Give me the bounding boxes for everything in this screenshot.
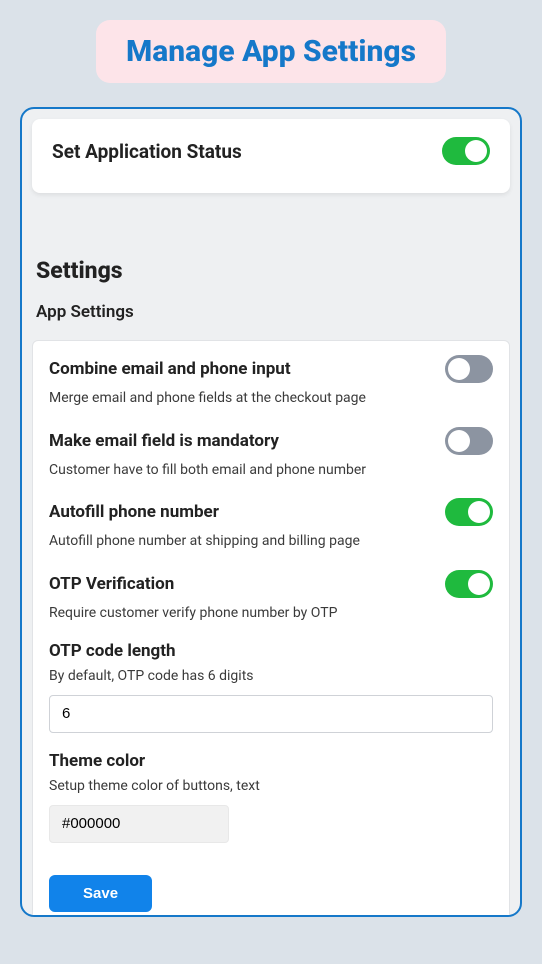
toggle-knob [448, 430, 470, 452]
main-panel: Set Application Status Settings App Sett… [20, 107, 522, 917]
settings-heading: Settings [36, 257, 510, 284]
application-status-label: Set Application Status [52, 140, 242, 163]
combine-input-desc: Merge email and phone fields at the chec… [49, 389, 493, 409]
toggle-knob [468, 573, 490, 595]
autofill-phone-setting: Autofill phone number Autofill phone num… [49, 498, 493, 552]
theme-color-desc: Setup theme color of buttons, text [49, 777, 493, 797]
toggle-knob [465, 140, 487, 162]
theme-color-input[interactable] [49, 805, 229, 843]
otp-verification-toggle[interactable] [445, 570, 493, 598]
otp-verification-desc: Require customer verify phone number by … [49, 604, 493, 624]
otp-verification-label: OTP Verification [49, 574, 174, 594]
combine-input-toggle[interactable] [445, 355, 493, 383]
toggle-knob [448, 358, 470, 380]
autofill-phone-toggle[interactable] [445, 498, 493, 526]
settings-card: Combine email and phone input Merge emai… [32, 340, 510, 917]
application-status-toggle[interactable] [442, 137, 490, 165]
mandatory-email-setting: Make email field is mandatory Customer h… [49, 427, 493, 481]
combine-input-label: Combine email and phone input [49, 359, 291, 379]
mandatory-email-desc: Customer have to fill both email and pho… [49, 461, 493, 481]
theme-color-label: Theme color [49, 751, 493, 771]
otp-length-setting: OTP code length By default, OTP code has… [49, 641, 493, 733]
autofill-phone-desc: Autofill phone number at shipping and bi… [49, 532, 493, 552]
otp-verification-setting: OTP Verification Require customer verify… [49, 570, 493, 624]
save-button[interactable]: Save [49, 875, 152, 912]
mandatory-email-label: Make email field is mandatory [49, 431, 279, 451]
application-status-card: Set Application Status [32, 119, 510, 193]
toggle-knob [468, 501, 490, 523]
mandatory-email-toggle[interactable] [445, 427, 493, 455]
otp-length-input[interactable] [49, 695, 493, 733]
otp-length-label: OTP code length [49, 641, 493, 661]
app-settings-heading: App Settings [36, 302, 510, 322]
page-header: Manage App Settings [96, 20, 446, 83]
page-title: Manage App Settings [126, 34, 416, 69]
combine-input-setting: Combine email and phone input Merge emai… [49, 355, 493, 409]
theme-color-setting: Theme color Setup theme color of buttons… [49, 751, 493, 843]
autofill-phone-label: Autofill phone number [49, 502, 219, 522]
otp-length-desc: By default, OTP code has 6 digits [49, 667, 493, 687]
